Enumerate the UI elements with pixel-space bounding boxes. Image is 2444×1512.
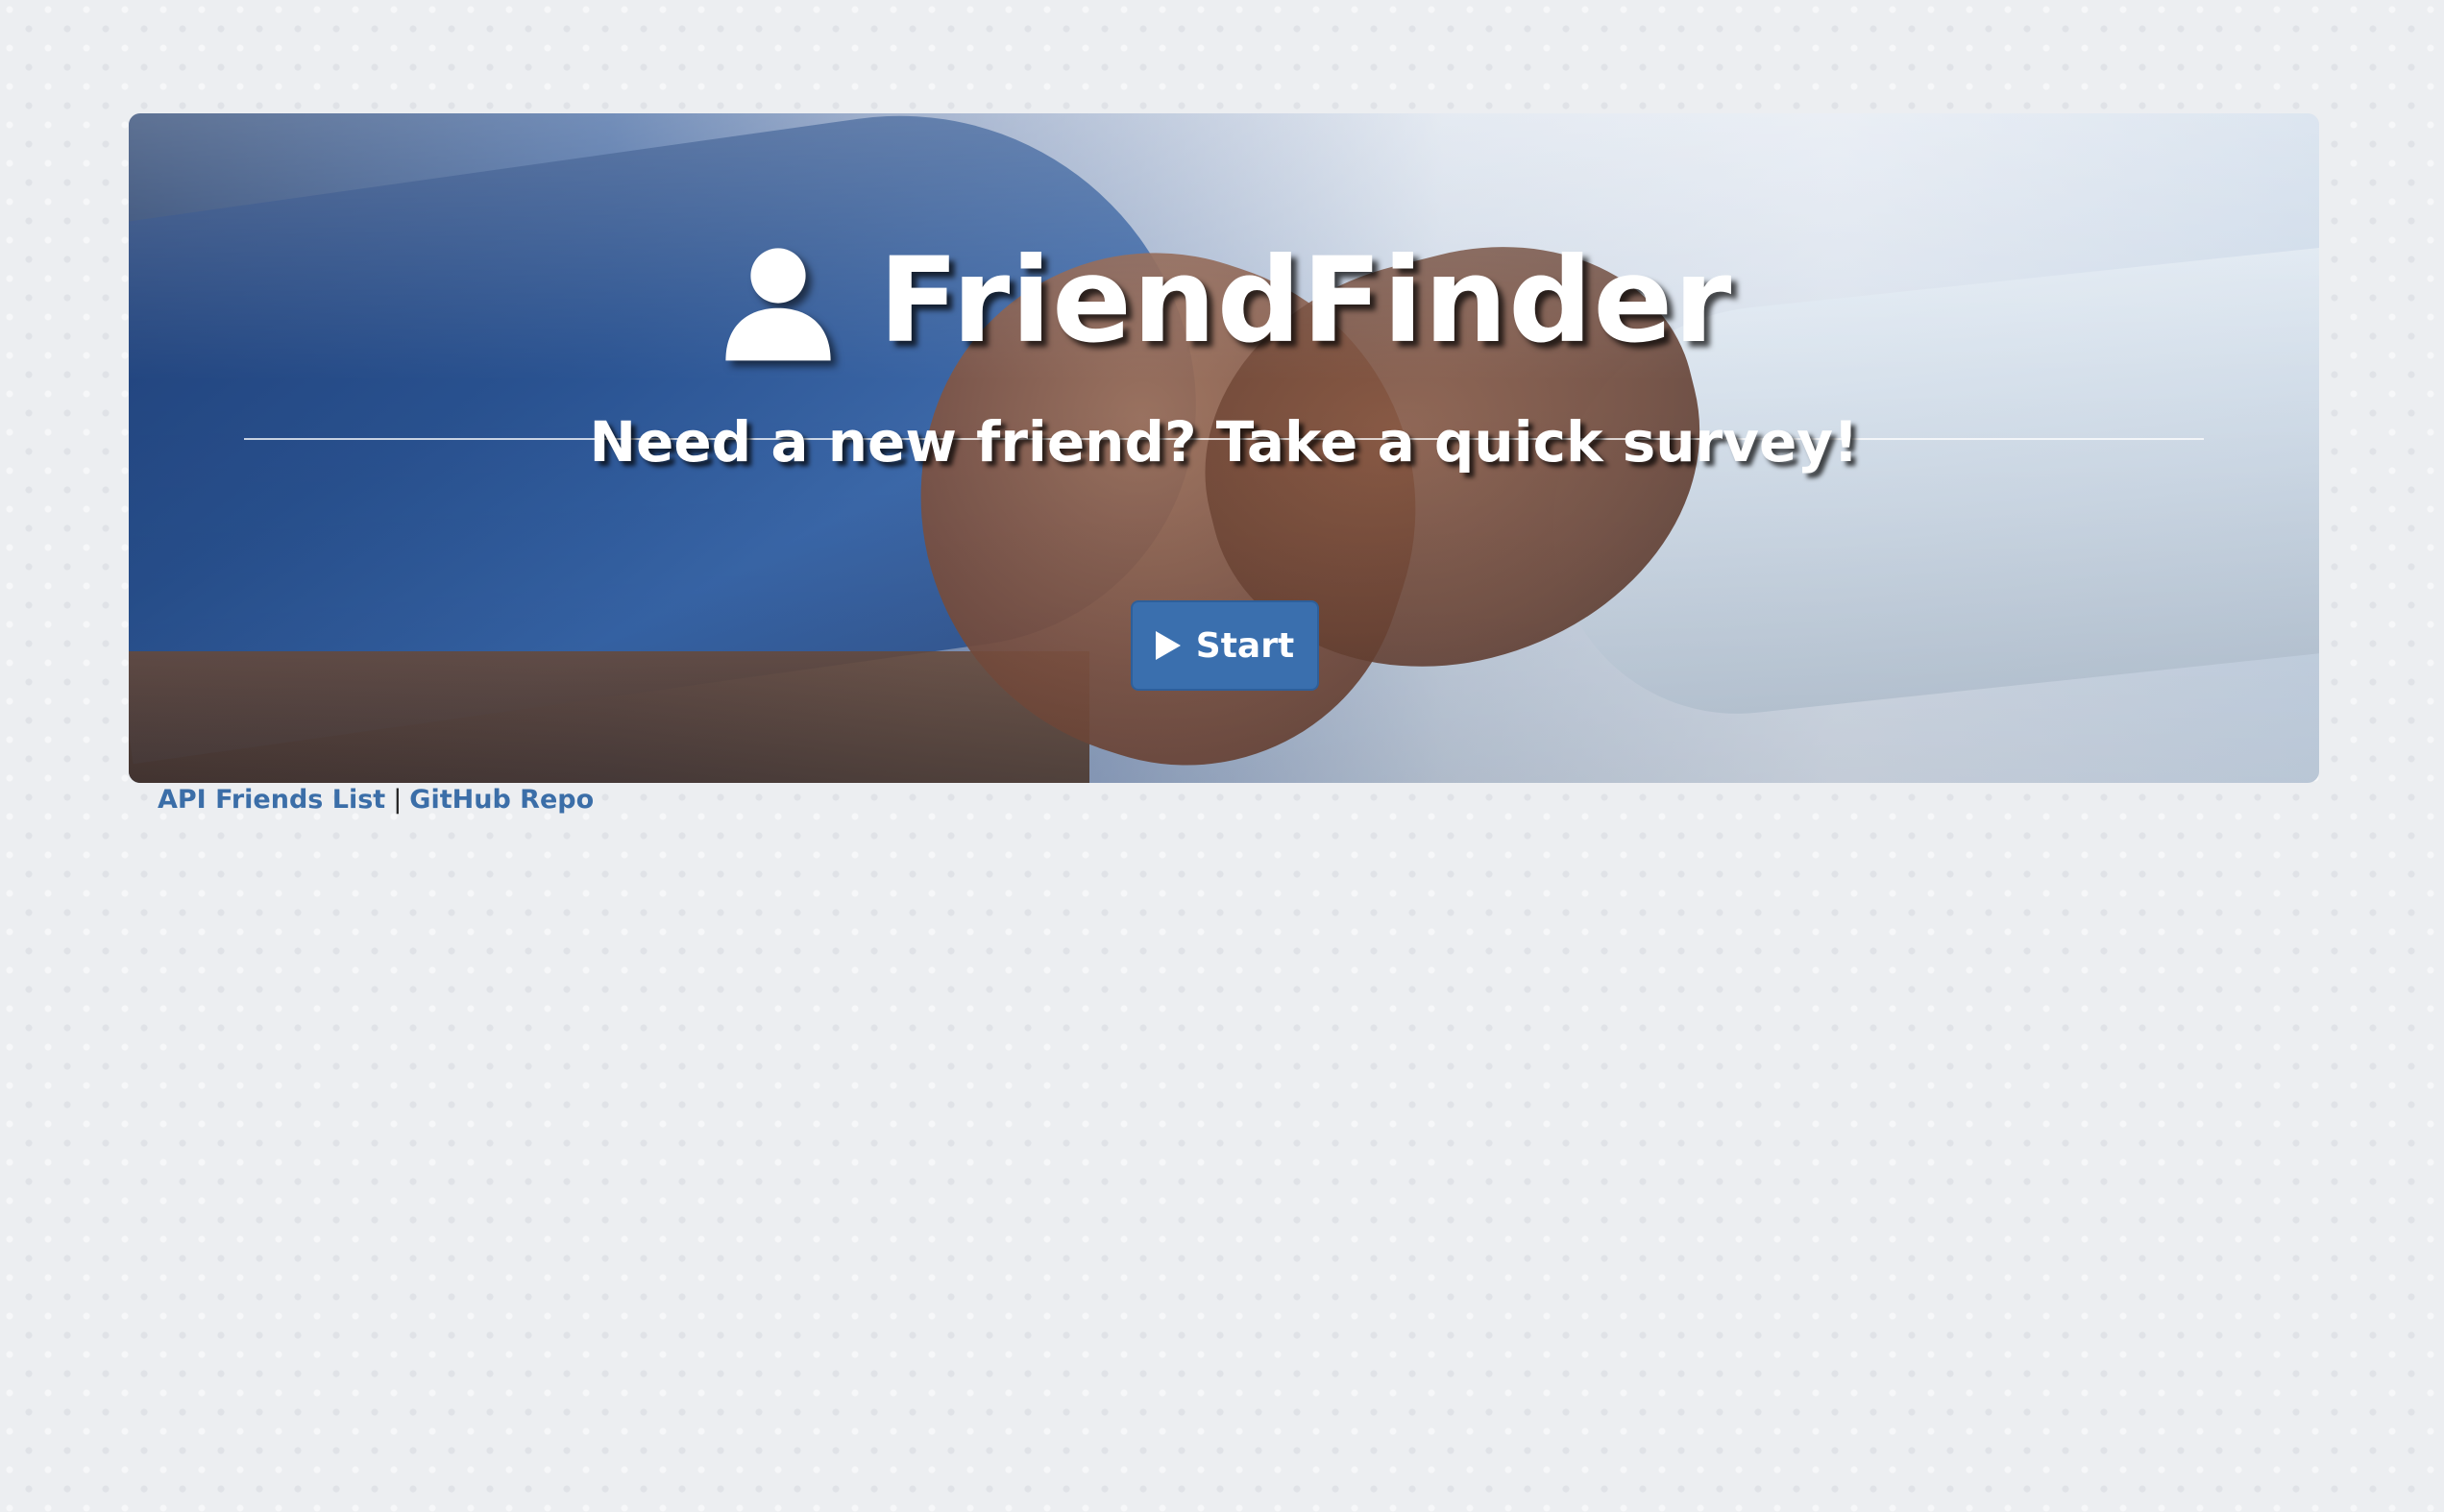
play-icon [1155, 631, 1181, 660]
start-button[interactable]: Start [1131, 600, 1319, 691]
user-icon [716, 238, 841, 363]
page-title: FriendFinder [878, 232, 1733, 369]
hero-banner: FriendFinder Need a new friend? Take a q… [129, 113, 2319, 783]
footer-links: API Friends List | GitHub Repo [158, 783, 594, 817]
hero-content: FriendFinder Need a new friend? Take a q… [129, 113, 2319, 783]
start-button-label: Start [1195, 625, 1295, 666]
hero-subtitle: Need a new friend? Take a quick survey! [589, 409, 1859, 475]
api-friends-list-link[interactable]: API Friends List [158, 785, 385, 815]
github-repo-link[interactable]: GitHub Repo [409, 785, 594, 815]
title-row: FriendFinder [129, 229, 2319, 373]
footer-separator: | [393, 785, 403, 815]
